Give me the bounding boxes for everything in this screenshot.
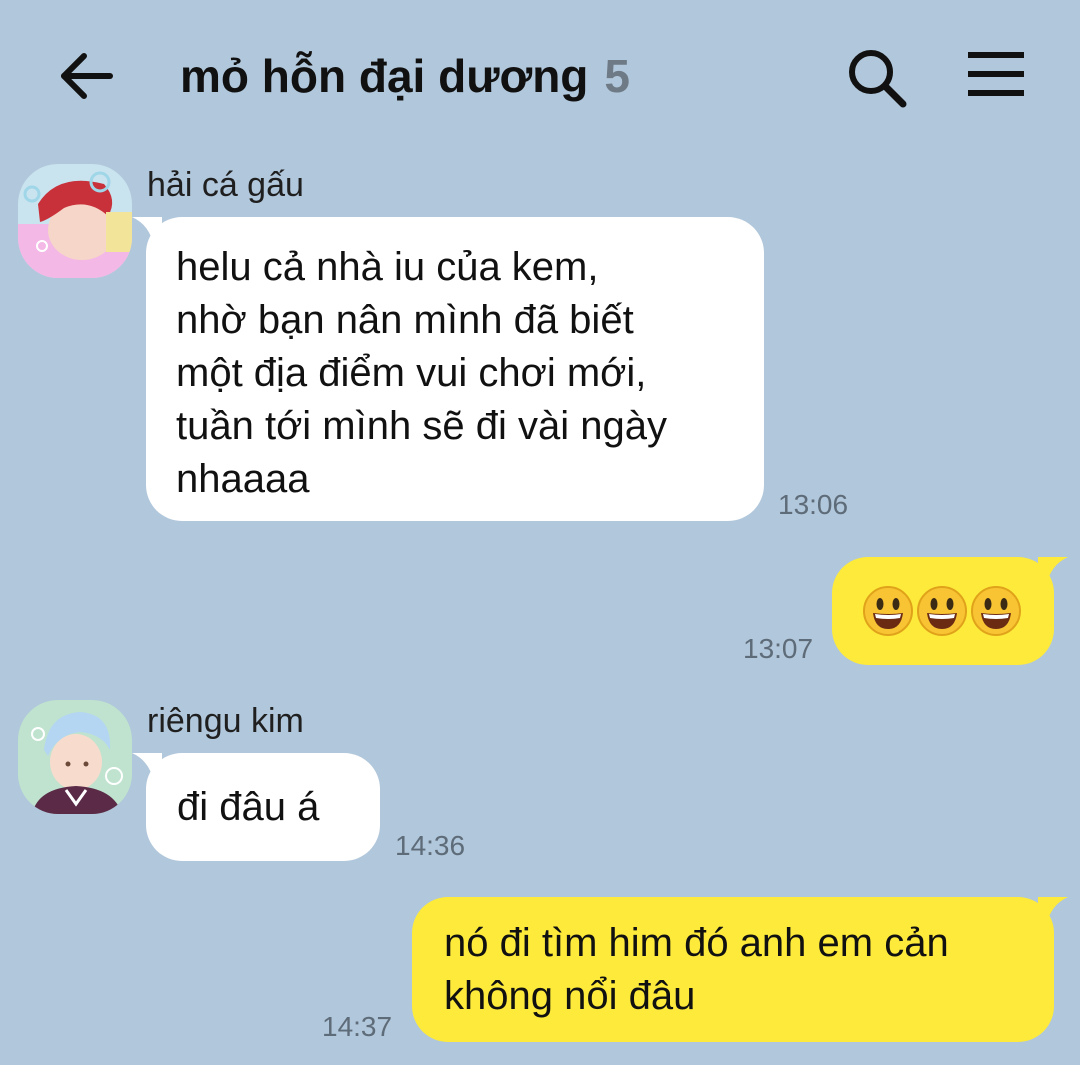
back-button[interactable] [56,44,120,108]
arrow-left-icon [61,53,113,99]
member-count: 5 [604,50,631,102]
message-timestamp: 13:07 [743,633,814,664]
bubble-tail [132,217,162,247]
grinning-face-emoji-icon [971,586,1021,636]
message-timestamp: 14:36 [395,830,466,861]
message-text-line: nó đi tìm him đó anh em cản [444,921,949,965]
chat-header: mỏ hỗn đại dương 5 [0,0,1080,150]
message-text-line: nhaaaa [176,457,310,501]
sender-name: riêngu kim [147,702,304,740]
avatar-riengu-kim[interactable] [18,700,132,814]
menu-button[interactable] [962,44,1030,104]
bubble-tail [132,753,162,783]
message-bubble-outgoing[interactable] [832,557,1068,665]
bubble-tail [1038,557,1068,587]
chat-title: mỏ hỗn đại dương [180,50,589,102]
message-bubble-outgoing[interactable]: nó đi tìm him đó anh em cản không nổi đâ… [412,897,1068,1042]
avatar-image [18,164,132,278]
grinning-face-emoji-icon [917,586,967,636]
message-text-line: helu cả nhà iu của kem, [176,245,599,289]
message-text-line: tuần tới mình sẽ đi vài ngày [176,404,667,448]
message-timestamp: 13:06 [778,489,849,520]
message-text-line: không nổi đâu [444,974,696,1018]
avatar-hai-ca-gau[interactable] [18,164,132,278]
message-text-line: đi đâu á [177,785,320,829]
hamburger-menu-icon [968,52,1024,96]
avatar-image [18,700,132,814]
message-timestamp: 14:37 [322,1011,393,1042]
search-button[interactable] [843,44,909,110]
message-bubble-incoming[interactable]: helu cả nhà iu của kem, nhờ bạn nân mình… [132,217,764,521]
message-bubble-incoming[interactable]: đi đâu á [132,753,380,861]
bubble-tail [1038,897,1068,927]
grinning-face-emoji-icon [863,586,913,636]
sender-name: hải cá gấu [147,166,304,204]
chat-title-area[interactable]: mỏ hỗn đại dương 5 [180,44,630,108]
message-text-line: nhờ bạn nân mình đã biết [176,298,634,342]
message-text-line: một địa điểm vui chơi mới, [176,351,647,395]
search-icon [849,50,907,108]
